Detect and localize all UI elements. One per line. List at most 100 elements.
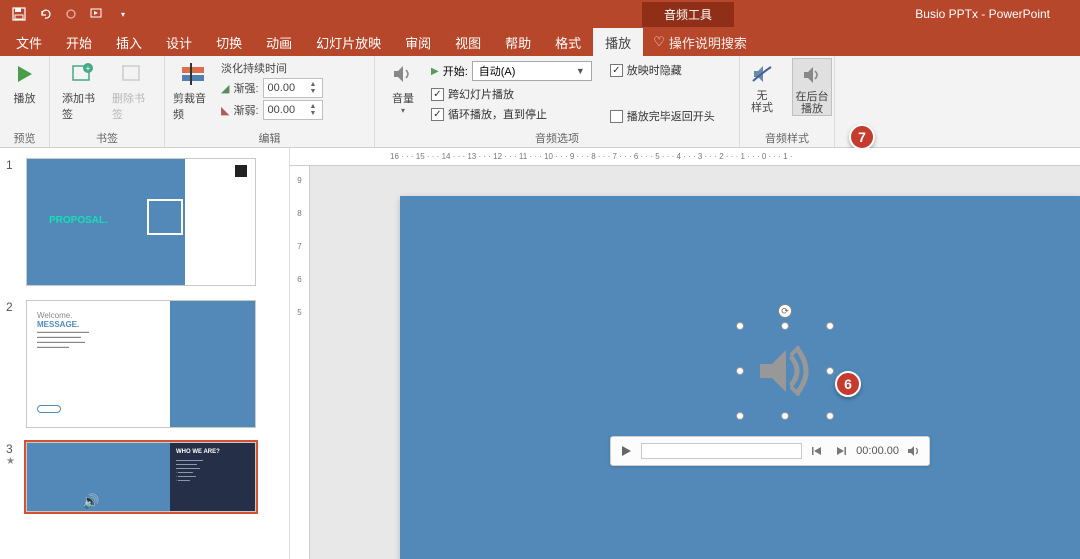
resize-handle-n[interactable]: [781, 322, 789, 330]
tab-design[interactable]: 设计: [154, 28, 204, 57]
fade-out-input[interactable]: 00.00▲▼: [263, 100, 323, 120]
fade-out-value: 00.00: [268, 104, 296, 116]
speaker-icon: [750, 336, 820, 406]
no-style-button[interactable]: 无 样式: [742, 58, 782, 116]
audio-icon-thumb: 🔊: [82, 493, 99, 510]
play-preview-button[interactable]: 播放: [5, 58, 45, 106]
player-play-button[interactable]: [617, 442, 635, 460]
slide-thumbnail-panel[interactable]: 1 PROPOSAL. 2 Welcome.MESSAGE. ▬▬▬▬▬▬▬▬▬…: [0, 148, 290, 559]
start-dropdown[interactable]: 自动(A) ▼: [472, 61, 592, 81]
hide-label: 放映时隐藏: [627, 62, 682, 78]
volume-button[interactable]: 音量 ▾: [383, 58, 423, 124]
hruler-marks: 16 · · · 15 · · · 14 · · · 13 · · · 12 ·…: [390, 152, 793, 161]
start-value: 自动(A): [479, 63, 516, 79]
chevron-down-icon: ▼: [576, 66, 585, 76]
trim-label: 剪裁音频: [173, 90, 213, 122]
tab-animations[interactable]: 动画: [254, 28, 304, 57]
volume-icon: [389, 60, 417, 88]
rotation-handle[interactable]: ⟳: [778, 304, 792, 318]
bookmark-add-icon: +: [68, 60, 96, 88]
fade-out-label: 渐弱:: [233, 102, 258, 118]
thumbnail-slide-3[interactable]: WHO WE ARE?▬▬▬▬▬▬▬▬▬▬▬▬▬▬▬▬▬▬▬▬▬▬▬▬• ▬▬▬…: [26, 442, 256, 512]
fade-in-label: 渐强:: [233, 80, 258, 96]
thumbnail-slide-2[interactable]: Welcome.MESSAGE. ▬▬▬▬▬▬▬▬▬▬▬▬▬▬▬▬▬▬▬▬▬▬▬…: [26, 300, 256, 428]
start-from-beginning-icon[interactable]: [86, 3, 108, 25]
annotation-step-7: 7: [849, 124, 875, 150]
loop-label: 循环播放，直到停止: [448, 106, 547, 122]
no-style-label: 无 样式: [751, 90, 773, 114]
hide-during-show-checkbox[interactable]: ✓放映时隐藏: [610, 62, 715, 78]
tab-insert[interactable]: 插入: [104, 28, 154, 57]
tab-help[interactable]: 帮助: [493, 28, 543, 57]
vr-6: 6: [297, 275, 301, 284]
slide1-title: PROPOSAL.: [49, 215, 108, 226]
add-bookmark-button[interactable]: + 添加书签: [62, 58, 102, 122]
lightbulb-icon: ♡: [653, 34, 665, 50]
thumbnail-slide-1[interactable]: PROPOSAL.: [26, 158, 256, 286]
group-audio-options: 音频选项: [375, 130, 739, 146]
redo-icon[interactable]: [60, 3, 82, 25]
bookmark-remove-icon: [118, 60, 146, 88]
tell-me-label: 操作说明搜索: [669, 33, 747, 52]
play-in-background-button[interactable]: 在后台 播放: [792, 58, 832, 116]
play-across-label: 跨幻灯片播放: [448, 86, 514, 102]
player-skip-back[interactable]: [808, 442, 826, 460]
vr-9: 9: [297, 176, 301, 185]
resize-handle-s[interactable]: [781, 412, 789, 420]
slide2-welcome: Welcome.: [37, 311, 79, 320]
svg-text:+: +: [86, 64, 91, 73]
loop-checkbox[interactable]: ✓循环播放，直到停止: [431, 106, 592, 122]
audio-object[interactable]: ⟳: [740, 326, 830, 416]
resize-handle-e[interactable]: [826, 367, 834, 375]
play-across-checkbox[interactable]: ✓跨幻灯片播放: [431, 86, 592, 102]
resize-handle-nw[interactable]: [736, 322, 744, 330]
undo-icon[interactable]: [34, 3, 56, 25]
audio-player-bar[interactable]: 00:00.00: [610, 436, 930, 466]
tell-me-search[interactable]: ♡ 操作说明搜索: [653, 33, 747, 52]
rewind-checkbox[interactable]: 播放完毕返回开头: [610, 108, 715, 124]
start-label: 开始:: [443, 63, 468, 79]
slide-canvas[interactable]: ⟳ 6: [400, 196, 1080, 559]
group-preview: 预览: [0, 130, 49, 146]
no-style-icon: [748, 60, 776, 88]
resize-handle-w[interactable]: [736, 367, 744, 375]
vr-5: 5: [297, 308, 301, 317]
tab-home[interactable]: 开始: [54, 28, 104, 57]
play-label: 播放: [14, 90, 36, 106]
group-bookmarks: 书签: [50, 130, 164, 146]
resize-handle-se[interactable]: [826, 412, 834, 420]
fade-out-icon: ◣: [221, 104, 229, 117]
resize-handle-sw[interactable]: [736, 412, 744, 420]
tab-slideshow[interactable]: 幻灯片放映: [304, 28, 393, 57]
tab-view[interactable]: 视图: [443, 28, 493, 57]
vertical-ruler[interactable]: 9 8 7 6 5: [290, 166, 310, 559]
player-progress[interactable]: [641, 443, 802, 459]
resize-handle-ne[interactable]: [826, 322, 834, 330]
trim-icon: [179, 60, 207, 88]
fade-in-input[interactable]: 00.00▲▼: [263, 78, 323, 98]
thumb-number-2: 2: [6, 300, 20, 428]
tab-playback[interactable]: 播放: [593, 28, 643, 57]
player-skip-fwd[interactable]: [832, 442, 850, 460]
remove-bookmark-button: 删除书签: [112, 58, 152, 122]
fade-duration-label: 淡化持续时间: [221, 60, 323, 76]
rewind-label: 播放完毕返回开头: [627, 108, 715, 124]
play-icon: [11, 60, 39, 88]
document-title: Busio PPTx - PowerPoint: [915, 7, 1050, 21]
player-volume-button[interactable]: [905, 442, 923, 460]
tab-review[interactable]: 审阅: [393, 28, 443, 57]
trim-audio-button[interactable]: 剪裁音频: [173, 58, 213, 122]
thumb-number-3: 3: [6, 442, 20, 456]
add-bookmark-label: 添加书签: [62, 90, 102, 122]
save-icon[interactable]: [8, 3, 30, 25]
tab-format[interactable]: 格式: [543, 28, 593, 57]
horizontal-ruler[interactable]: 16 · · · 15 · · · 14 · · · 13 · · · 12 ·…: [290, 148, 1080, 166]
slide3-title: WHO WE ARE?: [176, 449, 249, 455]
fade-in-icon: ◢: [221, 82, 229, 95]
tab-file[interactable]: 文件: [4, 28, 54, 57]
volume-label: 音量: [392, 90, 414, 106]
qat-customize-icon[interactable]: ▾: [112, 3, 134, 25]
tab-transitions[interactable]: 切换: [204, 28, 254, 57]
player-time: 00:00.00: [856, 445, 899, 457]
audio-tools-context-tab: 音频工具: [642, 2, 734, 27]
